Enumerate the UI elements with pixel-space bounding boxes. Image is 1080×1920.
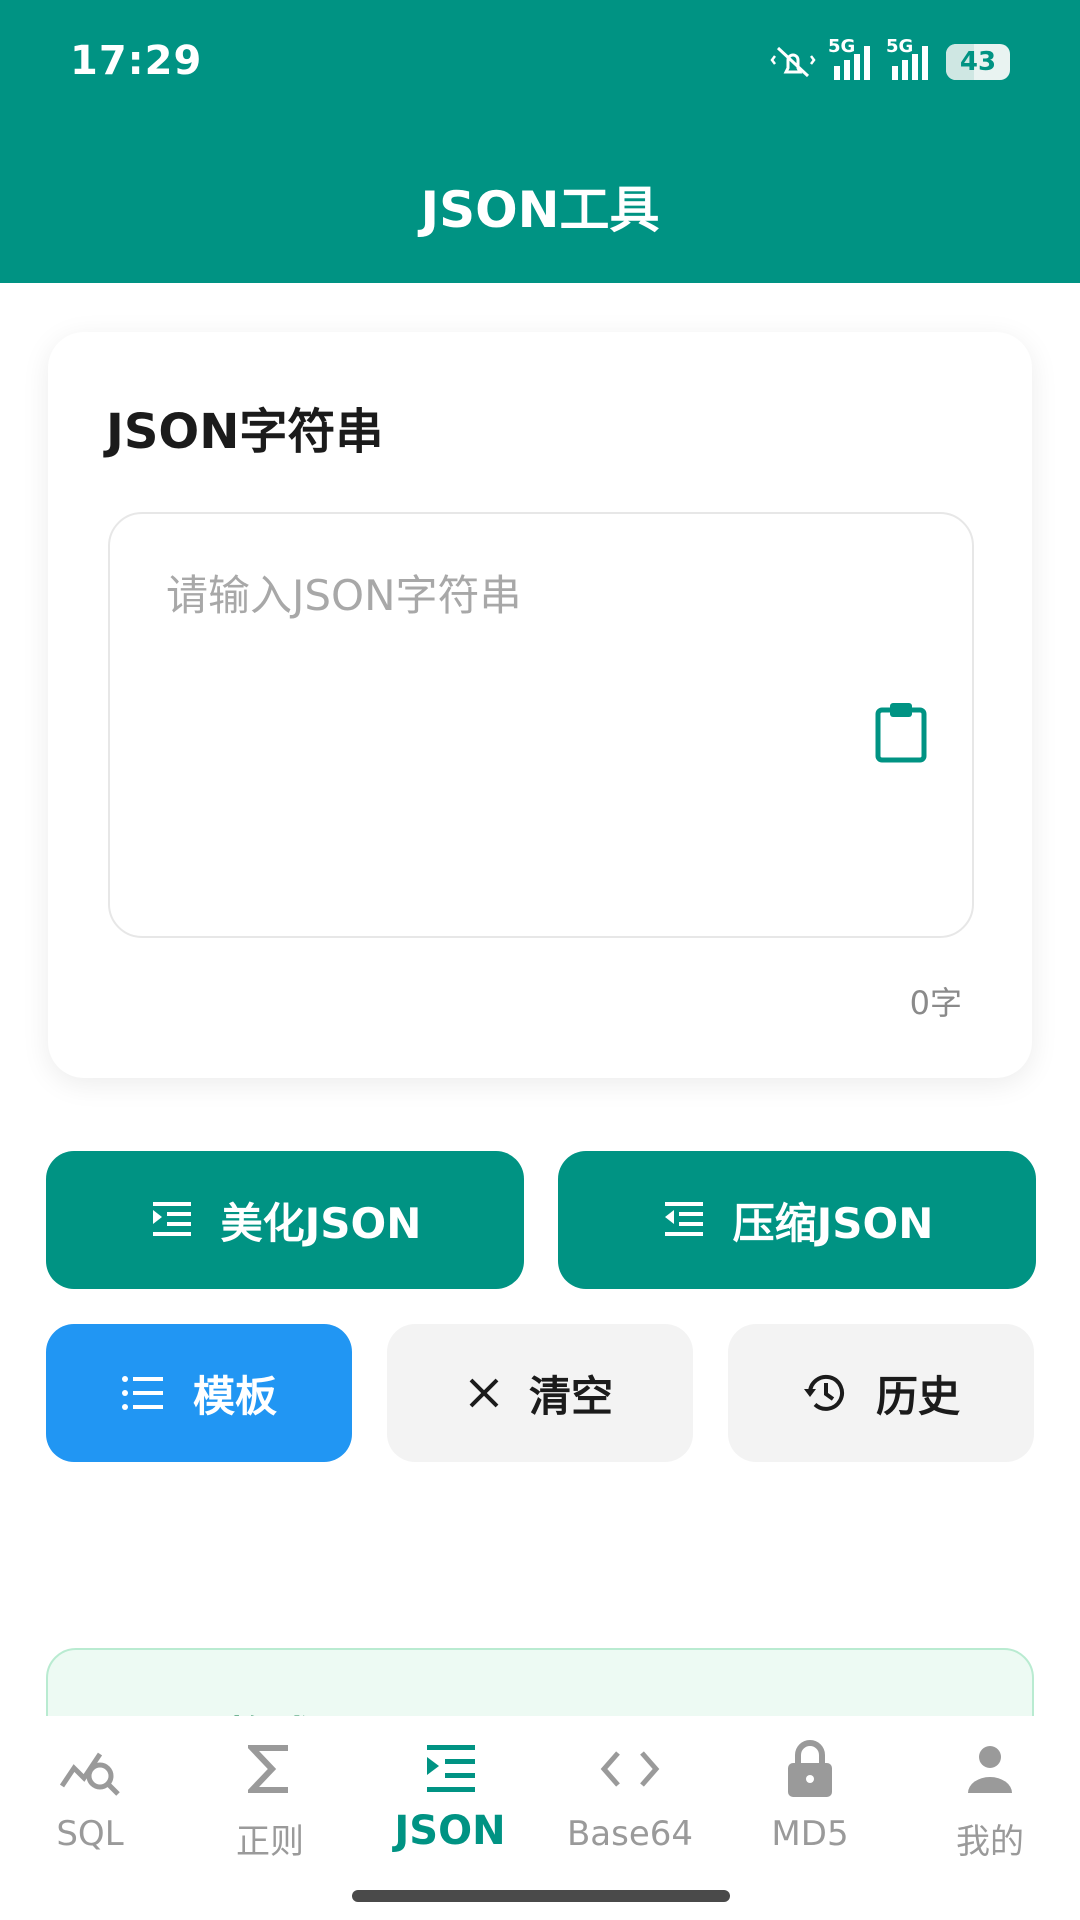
code-icon	[600, 1734, 660, 1804]
chart-search-icon	[58, 1734, 122, 1804]
clear-button[interactable]: 清空	[387, 1324, 693, 1462]
history-icon	[803, 1374, 844, 1411]
outdent-icon	[664, 1202, 703, 1236]
indent-icon	[423, 1734, 477, 1804]
nav-item-json[interactable]: JSON	[360, 1734, 540, 1874]
template-label: 模板	[192, 1371, 277, 1421]
json-input-box	[108, 512, 974, 938]
nav-label-sql: SQL	[56, 1814, 124, 1854]
json-input-field[interactable]	[110, 514, 972, 936]
nav-item-sql[interactable]: SQL	[0, 1734, 180, 1874]
card-title: JSON字符串	[106, 404, 384, 460]
history-button[interactable]: 历史	[728, 1324, 1034, 1462]
nav-label-regex: 正则	[236, 1822, 304, 1862]
status-time: 17:29	[70, 38, 203, 84]
paste-button[interactable]	[866, 694, 936, 770]
page-title: JSON工具	[420, 181, 660, 239]
template-button[interactable]: 模板	[46, 1324, 352, 1462]
beautify-json-label: 美化JSON	[220, 1198, 422, 1248]
char-count: 0字	[909, 984, 962, 1022]
network-label-2: 5G	[886, 36, 914, 57]
compress-json-button[interactable]: 压缩JSON	[558, 1151, 1036, 1289]
history-label: 历史	[875, 1371, 960, 1421]
compress-json-label: 压缩JSON	[732, 1198, 934, 1248]
clipboard-icon	[875, 703, 927, 763]
status-icons: 5G 5G 43	[770, 36, 1010, 86]
mute-icon	[770, 46, 816, 78]
signal-2: 5G	[886, 36, 932, 82]
list-icon	[121, 1376, 163, 1410]
sigma-icon	[248, 1734, 292, 1804]
nav-label-mine: 我的	[956, 1822, 1024, 1862]
signal-1: 5G	[828, 36, 874, 82]
lock-icon	[786, 1734, 834, 1804]
indent-icon	[152, 1202, 191, 1236]
nav-label-base64: Base64	[566, 1814, 694, 1854]
app-bar: 17:29 5G 5G 43 JSON工具	[0, 0, 1080, 283]
json-input-card: JSON字符串 0字	[48, 332, 1032, 1078]
person-icon	[964, 1734, 1016, 1804]
beautify-json-button[interactable]: 美化JSON	[46, 1151, 524, 1289]
battery-indicator: 43	[946, 44, 1010, 80]
nav-item-regex[interactable]: 正则	[180, 1734, 360, 1874]
nav-item-md5[interactable]: MD5	[720, 1734, 900, 1874]
nav-item-mine[interactable]: 我的	[900, 1734, 1080, 1874]
home-indicator[interactable]	[352, 1890, 730, 1902]
close-icon	[469, 1378, 499, 1408]
clear-label: 清空	[528, 1371, 613, 1421]
network-label-1: 5G	[828, 36, 856, 57]
nav-label-json: JSON	[394, 1808, 506, 1854]
nav-label-md5: MD5	[771, 1814, 849, 1854]
battery-text: 43	[959, 47, 997, 77]
nav-item-base64[interactable]: Base64	[540, 1734, 720, 1874]
